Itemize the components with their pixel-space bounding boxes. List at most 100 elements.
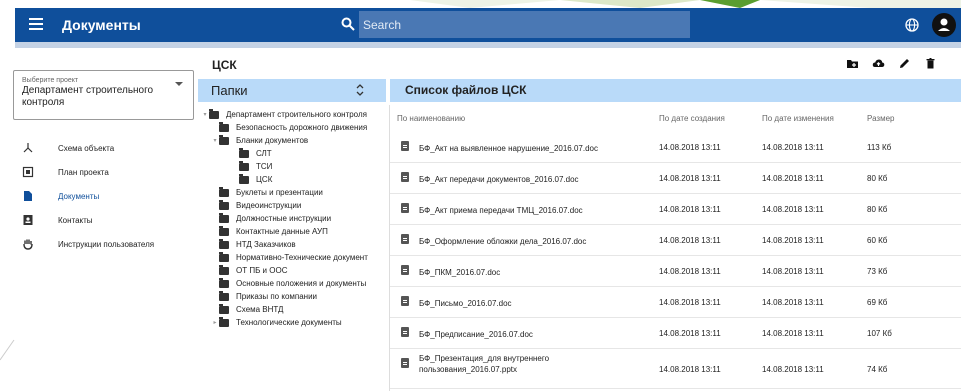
file-created: 14.08.2018 13:11 (659, 236, 721, 245)
language-globe-icon[interactable] (905, 18, 919, 32)
folder-tree-item[interactable]: ТСИ (198, 160, 389, 173)
file-row[interactable]: БФ_ПКМ_2016.07.doc 14.08.2018 13:11 14.08.… (390, 256, 961, 287)
folder-tree-item[interactable]: Приказы по компании (198, 290, 389, 303)
file-modified: 14.08.2018 13:11 (762, 298, 824, 307)
file-row[interactable]: БФ_Предписание_2016.07.doc 14.08.2018 13:… (390, 318, 961, 349)
folder-name: НТД Заказчиков (236, 240, 296, 249)
file-modified: 14.08.2018 13:11 (762, 365, 824, 374)
folder-name: ТСИ (256, 162, 273, 171)
app-title: Документы (62, 17, 141, 33)
sidebar-item-contacts[interactable]: Контакты (22, 208, 202, 232)
tree-expand-arrow-icon[interactable]: ▸ (211, 319, 219, 326)
folder-tree-item[interactable]: ЦСК (198, 173, 389, 186)
folder-tree-item[interactable]: ▾ Департамент строительного контроля (198, 108, 389, 121)
file-modified: 14.08.2018 13:11 (762, 236, 824, 245)
column-header-modified[interactable]: По дате изменения (762, 114, 834, 123)
sidebar-item-schema[interactable]: Схема объекта (22, 136, 202, 160)
file-modified: 14.08.2018 13:11 (762, 143, 824, 152)
folder-icon (219, 251, 229, 262)
user-avatar[interactable] (932, 13, 956, 37)
folder-tree-item[interactable]: Безопасность дорожного движения (198, 121, 389, 134)
folder-tree-item[interactable]: Контактные данные АУП (198, 225, 389, 238)
sidebar-item-instructions[interactable]: Инструкции пользователя (22, 232, 202, 256)
folder-name: Буклеты и презентации (236, 188, 323, 197)
contacts-icon (22, 214, 34, 226)
dropdown-caret-icon (175, 82, 183, 86)
file-created: 14.08.2018 13:11 (659, 143, 721, 152)
file-row[interactable]: БФ_Акт на выявленное нарушение_2016.07.d… (390, 132, 961, 163)
folder-name: Технологические документы (236, 318, 342, 327)
file-size: 107 Кб (867, 329, 892, 338)
file-document-icon (401, 234, 409, 244)
file-document-icon (401, 358, 409, 368)
file-size: 73 Кб (867, 267, 888, 276)
tree-expand-arrow-icon[interactable]: ▾ (201, 111, 209, 118)
file-row[interactable]: БФ_Письмо_2016.07.doc 14.08.2018 13:11 14.… (390, 287, 961, 318)
folder-tree-item[interactable]: Нормативно-Технические документ (198, 251, 389, 264)
column-header-size[interactable]: Размер (867, 114, 895, 123)
folder-tree-item[interactable]: ▾ Бланки документов (198, 134, 389, 147)
sidebar-item-documents[interactable]: Документы (22, 184, 202, 208)
folder-icon (219, 225, 229, 236)
file-document-icon (401, 296, 409, 306)
file-document-icon (401, 265, 409, 275)
sort-toggle-icon[interactable] (355, 83, 365, 97)
project-select[interactable]: Выберите проект Департамент строительног… (13, 70, 194, 120)
folder-name: ОТ ПБ и ООС (236, 266, 288, 275)
file-name: БФ_Акт передачи документов_2016.07.doc (419, 175, 579, 184)
file-size: 60 Кб (867, 236, 888, 245)
menu-icon[interactable] (29, 18, 43, 30)
search-input[interactable] (359, 11, 690, 38)
file-size: 80 Кб (867, 205, 888, 214)
file-document-icon (401, 172, 409, 182)
file-row[interactable]: БФ_Оформление обложки дела_2016.07.doc 14… (390, 225, 961, 256)
document-icon (22, 190, 34, 202)
sidebar-item-label: Инструкции пользователя (58, 239, 155, 249)
folder-icon (219, 303, 229, 314)
sidebar-item-label: Контакты (58, 215, 93, 225)
folder-tree-item[interactable]: Должностные инструкции (198, 212, 389, 225)
folder-tree-item[interactable]: ▸ Технологические документы (198, 316, 389, 329)
file-created: 14.08.2018 13:11 (659, 329, 721, 338)
edit-pencil-icon[interactable] (898, 57, 911, 70)
folder-icon (219, 316, 229, 327)
sidebar-item-plan[interactable]: План проекта (22, 160, 202, 184)
column-header-created[interactable]: По дате создания (659, 114, 725, 123)
search-icon[interactable] (341, 17, 355, 31)
folder-name: Нормативно-Технические документ (236, 253, 368, 262)
file-modified: 14.08.2018 13:11 (762, 174, 824, 183)
file-created: 14.08.2018 13:11 (659, 205, 721, 214)
file-name: БФ_Письмо_2016.07.doc (419, 299, 512, 308)
tree-expand-arrow-icon[interactable]: ▾ (211, 137, 219, 144)
file-name: БФ_Презентация_для внутреннего пользован… (419, 354, 550, 374)
folder-icon (219, 290, 229, 301)
folder-name: Основные положения и документы (236, 279, 367, 288)
folder-name: ЦСК (256, 175, 273, 184)
folder-icon (239, 173, 249, 184)
delete-trash-icon[interactable] (924, 57, 937, 70)
column-header-name[interactable]: По наименованию (397, 114, 465, 123)
file-row[interactable]: БФ_Акт передачи документов_2016.07.doc 14… (390, 163, 961, 194)
folder-tree-item[interactable]: Буклеты и презентации (198, 186, 389, 199)
sidebar-item-label: Схема объекта (58, 143, 115, 153)
folder-tree-item[interactable]: ОТ ПБ и ООС (198, 264, 389, 277)
toolbar (846, 57, 937, 70)
folder-tree-item[interactable]: Основные положения и документы (198, 277, 389, 290)
file-row[interactable]: БФ_Акт приема передачи ТМЦ_2016.07.doc 14… (390, 194, 961, 225)
folder-icon (219, 199, 229, 210)
upload-cloud-icon[interactable] (872, 57, 885, 70)
folder-name: Департамент строительного контроля (226, 110, 367, 119)
folder-icon (219, 238, 229, 249)
folder-tree-item[interactable]: Видеоинструкции (198, 199, 389, 212)
folder-tree-item[interactable]: Схема ВНТД (198, 303, 389, 316)
file-created: 14.08.2018 13:11 (659, 365, 721, 374)
file-row[interactable]: БФ_Презентация_для внутреннего пользован… (390, 349, 961, 389)
folder-tree-item[interactable]: СЛТ (198, 147, 389, 160)
folder-icon (219, 212, 229, 223)
file-name: БФ_Оформление обложки дела_2016.07.doc (419, 237, 587, 246)
folder-icon (219, 264, 229, 275)
new-folder-icon[interactable] (846, 57, 859, 70)
folder-tree-item[interactable]: НТД Заказчиков (198, 238, 389, 251)
folder-icon (219, 186, 229, 197)
file-document-icon (401, 141, 409, 151)
